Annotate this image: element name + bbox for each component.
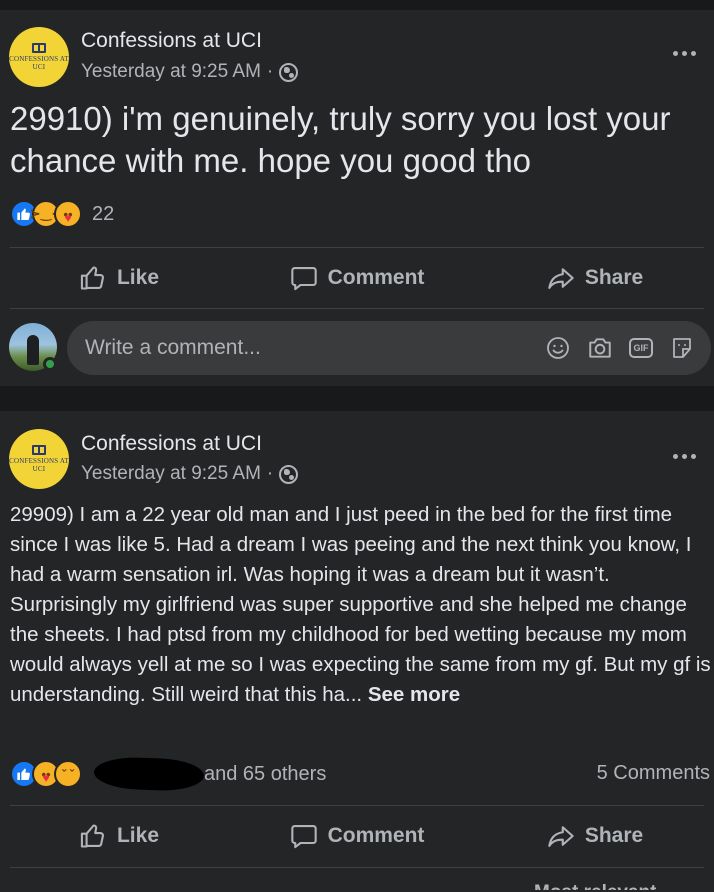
- like-button[interactable]: Like: [0, 806, 238, 866]
- comment-icon: [290, 825, 317, 849]
- comment-tools: GIF: [545, 335, 695, 361]
- camera-icon[interactable]: [587, 335, 613, 361]
- see-more-link[interactable]: See more: [368, 683, 460, 706]
- page-name[interactable]: Confessions at UCI: [81, 29, 262, 53]
- more-options-button[interactable]: [673, 51, 696, 56]
- page-avatar[interactable]: CONFESSIONS AT UCI: [9, 429, 69, 489]
- sticker-icon[interactable]: [669, 335, 695, 361]
- reactions-summary[interactable]: ≻‿≺ •• ♥ 22: [10, 200, 114, 228]
- post-actions: Like Comment Share: [0, 248, 714, 308]
- comments-count[interactable]: 5 Comments: [597, 762, 710, 785]
- comment-input[interactable]: Write a comment... GIF: [67, 321, 711, 375]
- post-actions: Like Comment Share: [0, 806, 714, 866]
- thumbs-up-icon: [80, 266, 104, 290]
- post-text: 29909) I am a 22 year old man and I just…: [10, 500, 712, 710]
- post-card: CONFESSIONS AT UCI Confessions at UCI Ye…: [0, 10, 714, 386]
- comment-sort-dropdown[interactable]: Most relevant: [534, 876, 656, 890]
- dot-icon: [673, 51, 678, 56]
- thumbs-up-icon: [80, 824, 104, 848]
- post-timestamp[interactable]: Yesterday at 9:25 AM: [81, 463, 261, 485]
- like-label: Like: [116, 824, 160, 847]
- page-avatar[interactable]: CONFESSIONS AT UCI: [9, 27, 69, 87]
- page-logo-text: CONFESSIONS AT UCI: [9, 457, 69, 473]
- redacted-name: [93, 756, 205, 792]
- person-silhouette: [27, 335, 39, 365]
- divider: [10, 308, 704, 309]
- book-icon: [32, 445, 46, 455]
- comment-button[interactable]: Comment: [238, 806, 476, 866]
- share-button[interactable]: Share: [476, 806, 714, 866]
- globe-icon: [279, 62, 299, 82]
- page-logo-text: CONFESSIONS AT UCI: [9, 55, 69, 71]
- gif-icon[interactable]: GIF: [629, 338, 653, 358]
- comment-label: Comment: [327, 266, 425, 289]
- book-icon: [32, 43, 46, 53]
- share-icon: [548, 826, 574, 847]
- sad-reaction-icon: ˇ ˇ: [54, 760, 82, 788]
- comment-label: Comment: [327, 824, 425, 847]
- post-meta: Yesterday at 9:25 AM ·: [81, 61, 299, 83]
- reaction-others: and 65 others: [204, 762, 327, 785]
- dot-icon: [682, 454, 687, 459]
- comment-button[interactable]: Comment: [238, 248, 476, 308]
- like-button[interactable]: Like: [0, 248, 238, 308]
- post-card: CONFESSIONS AT UCI Confessions at UCI Ye…: [0, 411, 714, 892]
- divider: [10, 867, 704, 868]
- comment-composer: Write a comment... GIF: [0, 321, 714, 375]
- meta-separator: ·: [266, 61, 274, 82]
- more-options-button[interactable]: [673, 454, 696, 459]
- post-timestamp[interactable]: Yesterday at 9:25 AM: [81, 61, 261, 83]
- emoji-icon[interactable]: [545, 335, 571, 361]
- share-button[interactable]: Share: [476, 248, 714, 308]
- post-meta: Yesterday at 9:25 AM ·: [81, 463, 299, 485]
- page-name[interactable]: Confessions at UCI: [81, 432, 262, 456]
- comment-placeholder: Write a comment...: [85, 336, 261, 359]
- share-icon: [548, 268, 574, 289]
- dot-icon: [691, 454, 696, 459]
- dot-icon: [673, 454, 678, 459]
- share-label: Share: [584, 266, 644, 289]
- globe-icon: [279, 464, 299, 484]
- like-label: Like: [116, 266, 160, 289]
- post-body: 29909) I am a 22 year old man and I just…: [10, 503, 711, 706]
- online-status-dot: [43, 357, 57, 371]
- share-label: Share: [584, 824, 644, 847]
- dot-icon: [682, 51, 687, 56]
- reaction-count: 22: [92, 202, 115, 225]
- comment-icon: [290, 267, 317, 291]
- reactions-summary[interactable]: •• ♥ ˇ ˇ and 65 others: [10, 756, 327, 792]
- dot-icon: [691, 51, 696, 56]
- care-reaction-icon: •• ♥: [54, 200, 82, 228]
- meta-separator: ·: [266, 463, 274, 484]
- post-text: 29910) i'm genuinely, truly sorry you lo…: [10, 100, 671, 179]
